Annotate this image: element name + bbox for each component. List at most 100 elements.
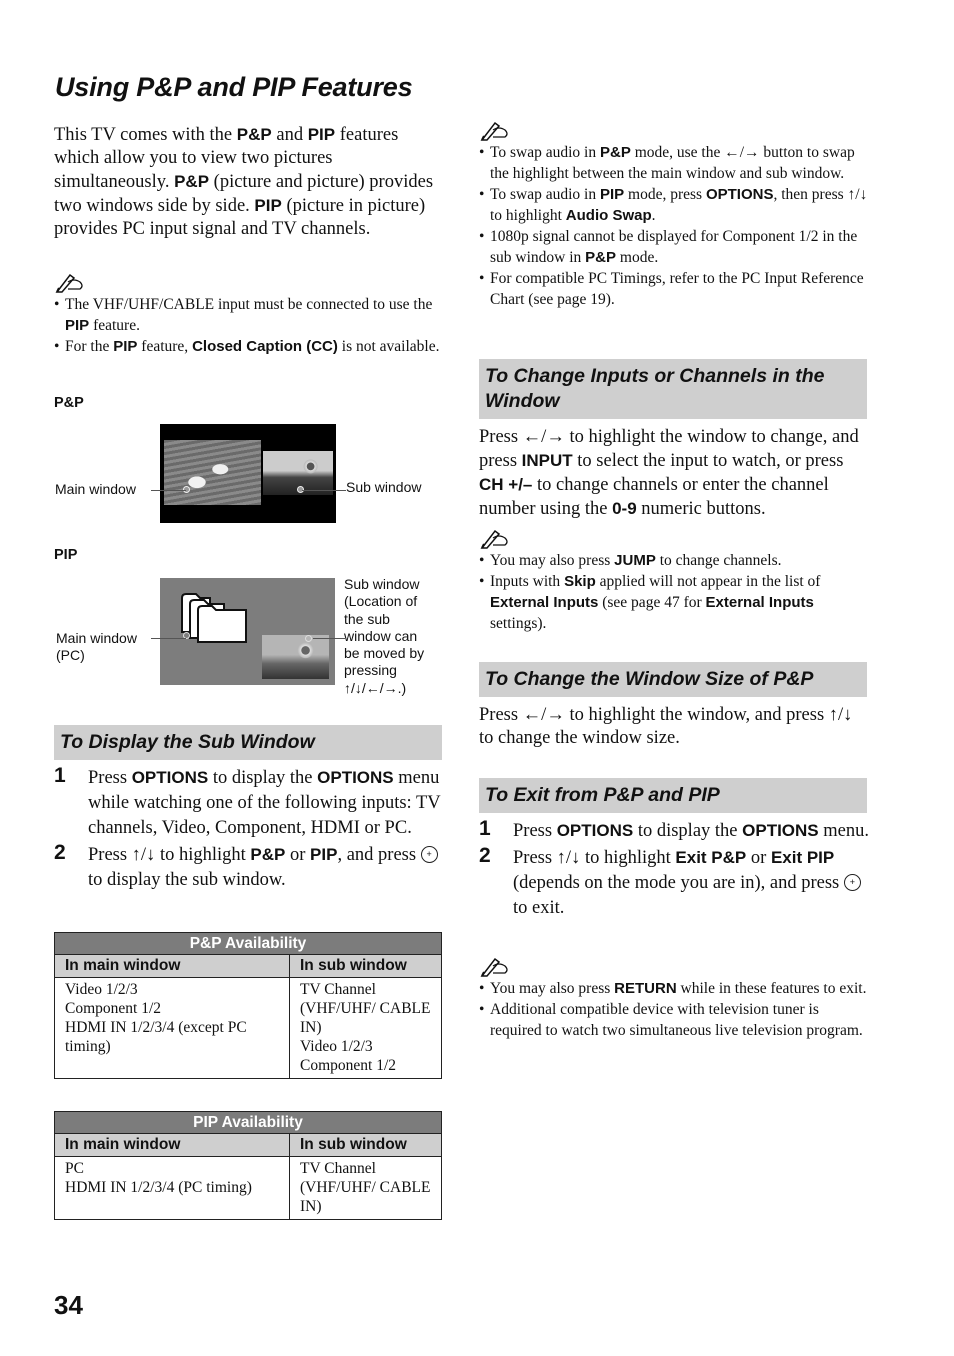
note-item: To swap audio in PIP mode, press OPTIONS… [479,184,869,226]
bold-term: OPTIONS [705,186,774,203]
table-row: Video 1/2/3 Component 1/2 HDMI IN 1/2/3/4 … [54,977,442,1079]
bold-term: PIP [65,317,90,334]
intro-paragraph: This TV comes with the P&P and PIP featu… [54,125,434,239]
column-header: In main window [54,954,290,978]
note-item: The VHF/UHF/CABLE input must be connecte… [54,294,444,336]
enter-button-icon [420,846,438,863]
memo-pencil-icon [480,529,508,549]
sub-window-marker [305,635,312,642]
note-item: Additional compatible device with televi… [479,999,869,1041]
bold-term: Closed Caption (CC) [192,338,338,355]
memo-pencil-icon [480,121,508,141]
callout-line: window can [344,627,418,644]
column-header: In sub window [289,1133,442,1157]
column-header: In sub window [289,954,442,978]
table-cell: TV Channel (VHF/UHF/ CABLE IN) [300,1160,431,1215]
table-cell: TV Channel (VHF/UHF/ CABLE IN) Video 1/2/… [300,981,431,1074]
table-title: PIP Availability [54,1111,442,1134]
display-steps: 1 Press OPTIONS to display the OPTIONS me… [54,764,444,894]
column-header: In main window [54,1133,290,1157]
callout-line: (Location of [344,593,418,610]
bold-term: PIP [310,845,338,864]
note-item: For compatible PC Timings, refer to the … [479,268,869,310]
notes-list: The VHF/UHF/CABLE input must be connecte… [54,294,444,357]
note-item: Inputs with Skip applied will not appear… [479,571,869,634]
table-row: PC HDMI IN 1/2/3/4 (PC timing) TV Channel … [54,1156,442,1220]
notes-list: You may also press RETURN while in these… [479,978,869,1041]
callout-line: Sub window [344,576,420,592]
bold-term: Exit P&P [675,848,747,867]
bold-term: Skip [564,573,596,590]
step-item: 1 Press OPTIONS to display the OPTIONS me… [479,817,870,841]
step-number: 1 [54,764,66,787]
callout-sub-window: Sub window [346,479,422,495]
page-title: Using P&P and PIP Features [55,72,413,102]
callout-sub-window-movable: Sub window (Location of the sub window can b… [344,576,424,697]
window-size-paragraph: Press ←/→ to highlight the window, and p… [479,705,853,748]
pp-availability-table-wrap: P&P Availability In main window In sub win… [54,932,442,1079]
callout-line: Main window [56,630,137,646]
step-item: 2 Press ↑/↓ to highlight P&P or PIP, and … [54,841,444,893]
memo-pencil-icon [55,273,83,293]
intro-notes: The VHF/UHF/CABLE input must be connecte… [54,272,444,357]
bold-term: OPTIONS [556,821,634,840]
bold-term: Audio Swap [565,207,652,224]
bold-term: 0-9 [612,499,637,518]
callout-line: pressing [344,662,397,679]
pip-availability-table: PIP Availability In main window In sub win… [54,1111,442,1220]
right-top-notes: To swap audio in P&P mode, use the ←/→ b… [479,120,869,310]
bold-term: OPTIONS [131,768,209,787]
bold-term: External Inputs [705,594,814,611]
note-item: You may also press JUMP to change channe… [479,550,869,571]
bold-term: PIP [599,186,625,203]
bold-term: RETURN [614,980,677,997]
bold-term: OPTIONS [317,768,394,787]
pp-availability-table: P&P Availability In main window In sub win… [54,932,442,1079]
step-number: 1 [479,817,491,840]
folder-stack-icon [181,593,247,643]
bold-term: PIP [254,196,282,215]
bold-term: P&P [585,249,617,266]
ducks-swimming-photo [164,440,261,505]
callout-line: ↑/↓/←/→.) [344,679,407,696]
step-item: 2 Press ↑/↓ to highlight Exit P&P or Exit… [479,844,869,921]
section-heading-change-inputs: To Change Inputs or Channels in the Wind… [479,359,867,419]
figure-label-pip: PIP [54,547,78,563]
bold-term: P&P [599,144,631,161]
pip-availability-table-wrap: PIP Availability In main window In sub win… [54,1111,442,1220]
exit-notes: You may also press RETURN while in these… [479,956,869,1041]
bold-term: P&P [250,845,286,864]
bold-term: P&P [174,172,210,191]
callout-line: be moved by [344,645,425,662]
section-heading-window-size: To Change the Window Size of P&P [479,662,867,697]
callout-line: (PC) [56,647,85,664]
page-number: 34 [54,1290,83,1320]
bold-term: PIP [113,338,138,355]
table-cell: PC HDMI IN 1/2/3/4 (PC timing) [54,1156,290,1220]
notes-list: To swap audio in P&P mode, use the ←/→ b… [479,142,869,310]
step-number: 2 [54,841,66,864]
bold-term: P&P [236,125,272,144]
bold-term: OPTIONS [742,821,819,840]
note-item: You may also press RETURN while in these… [479,978,869,999]
bold-term: CH +/– [479,475,533,494]
callout-main-window-pc: Main window (PC) [56,630,137,665]
table-cell: Video 1/2/3 Component 1/2 HDMI IN 1/2/3/4 … [54,977,290,1079]
sunflower-photo [262,635,329,679]
note-item: To swap audio in P&P mode, use the ←/→ b… [479,142,869,184]
notes-list: You may also press JUMP to change channe… [479,550,869,634]
pip-screen [160,578,335,685]
pp-screen [160,424,336,523]
table-title: P&P Availability [54,932,442,955]
callout-line: the sub [344,610,390,627]
section-heading-display-sub-window: To Display the Sub Window [54,725,442,760]
note-item: For the PIP feature, Closed Caption (CC)… [54,336,444,357]
figure-label-pp: P&P [54,395,84,411]
change-inputs-notes: You may also press JUMP to change channe… [479,528,869,634]
bold-term: PIP [307,125,336,144]
bold-term: INPUT [521,451,573,470]
note-item: 1080p signal cannot be displayed for Com… [479,226,869,268]
exit-steps: 1 Press OPTIONS to display the OPTIONS me… [479,817,870,922]
bold-term: Exit PIP [770,848,835,867]
memo-pencil-icon [480,957,508,977]
